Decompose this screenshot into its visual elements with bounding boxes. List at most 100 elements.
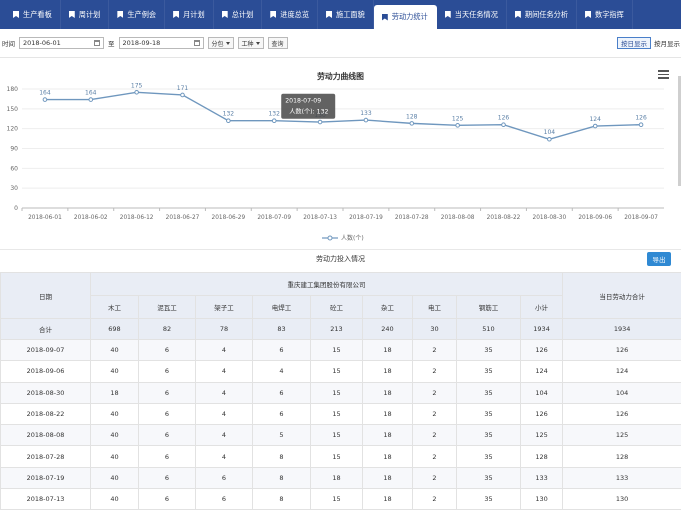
row-date: 2018-07-19: [0, 466, 91, 490]
column-header: 杂工: [362, 295, 413, 319]
row-cell: 6: [195, 488, 253, 511]
nav-tab[interactable]: 月计划: [165, 0, 214, 29]
row-cell: 35: [456, 488, 521, 511]
row-cell: 35: [456, 338, 521, 362]
row-cell: 4: [195, 402, 253, 426]
data-point: [88, 97, 94, 102]
row-cell: 40: [90, 338, 139, 362]
x-tick-label: 2018-06-02: [74, 215, 108, 221]
row-date: 2018-09-07: [0, 338, 91, 362]
row-daily: 126: [562, 402, 681, 426]
total-cell: 30: [412, 318, 457, 340]
column-header: 架子工: [195, 295, 253, 319]
row-cell: 6: [138, 402, 196, 426]
row-cell: 6: [138, 381, 196, 404]
column-header: 砼工: [310, 295, 363, 319]
section-title: 劳动力投入情况: [316, 255, 365, 263]
x-tick-label: 2018-09-07: [624, 215, 658, 221]
row-cell: 40: [90, 402, 139, 426]
end-date-input[interactable]: 2018-09-18: [118, 37, 204, 49]
nav-tab-label: 生产看板: [23, 9, 52, 19]
nav-tab[interactable]: 生产例会: [109, 0, 166, 29]
x-tick-label: 2018-08-08: [441, 215, 475, 221]
nav-tab[interactable]: 生产看板: [5, 0, 61, 29]
row-cell: 133: [519, 466, 564, 490]
calendar-icon[interactable]: [94, 40, 100, 46]
total-cell: 82: [138, 318, 196, 340]
row-cell: 15: [310, 360, 363, 383]
calendar-icon[interactable]: [193, 40, 200, 46]
daily-total-header: 当日劳动力合计: [562, 272, 681, 319]
data-point: [363, 117, 369, 123]
time-label: 时间: [2, 40, 15, 48]
row-cell: 5: [252, 424, 311, 447]
monthly-view-button[interactable]: 按月显示: [654, 37, 680, 49]
table-row: 2018-08-22 40 6 4 6 15 18 2 35 126 126: [0, 402, 681, 426]
row-cell: 2: [412, 338, 457, 362]
total-cell: 240: [362, 318, 413, 340]
total-daily-cell: 1934: [562, 318, 681, 340]
nav-tab[interactable]: 周计划: [61, 0, 110, 29]
export-button[interactable]: 导出: [647, 252, 671, 266]
trade-select[interactable]: 工种: [237, 37, 264, 49]
row-cell: 35: [456, 445, 521, 468]
data-point: [42, 97, 48, 102]
date-header: 日期: [0, 272, 91, 319]
row-cell: 2: [412, 466, 457, 490]
data-point: [271, 118, 277, 124]
nav-tab[interactable]: 总计划: [214, 0, 263, 29]
start-date-input[interactable]: 2018-06-01: [19, 37, 104, 49]
data-label: 104: [544, 129, 556, 136]
caret-down-icon: [255, 41, 260, 45]
query-button[interactable]: 查询: [267, 37, 288, 49]
total-label: 合计: [0, 318, 91, 340]
nav-tab-label: 生产例会: [127, 9, 157, 19]
x-tick-label: 2018-06-29: [212, 215, 246, 221]
nav-tab[interactable]: 数字指挥: [577, 0, 633, 29]
row-cell: 2: [412, 402, 457, 426]
nav-tab[interactable]: 期间任务分析: [507, 0, 578, 29]
section-header: 劳动力投入情况 导出: [0, 249, 681, 267]
row-cell: 4: [195, 445, 253, 468]
row-date: 2018-07-13: [0, 488, 91, 511]
nav-tab[interactable]: 当天任务情况: [437, 0, 507, 29]
column-header: 泥瓦工: [138, 295, 196, 319]
column-header: 电焊工: [252, 295, 311, 319]
row-cell: 40: [90, 445, 139, 468]
trade-select-label: 工种: [241, 40, 254, 48]
y-tick-label: 60: [10, 165, 18, 172]
end-date-value: 2018-09-18: [122, 39, 161, 47]
row-cell: 18: [362, 338, 413, 362]
y-tick-label: 120: [7, 126, 19, 133]
bookmark-icon: [221, 11, 228, 18]
row-cell: 40: [90, 466, 139, 490]
row-cell: 15: [310, 381, 363, 404]
row-date: 2018-07-28: [0, 445, 91, 468]
row-cell: 15: [310, 424, 363, 447]
daily-view-button[interactable]: 按日显示: [617, 37, 651, 49]
nav-tab-label: 月计划: [183, 9, 205, 19]
row-cell: 126: [519, 338, 564, 362]
data-point: [455, 123, 460, 128]
total-row: 合计 698 82 78 83 213 240 30 510 1934 1934: [0, 318, 681, 340]
data-point: [638, 122, 644, 127]
x-tick-label: 2018-07-13: [303, 215, 337, 221]
total-cell: 1934: [519, 318, 564, 340]
nav-tab[interactable]: 劳动力统计: [373, 5, 437, 29]
row-cell: 124: [519, 360, 564, 383]
nav-tab[interactable]: 施工面貌: [318, 0, 374, 29]
row-cell: 2: [412, 360, 457, 383]
data-label: 164: [85, 90, 97, 97]
row-cell: 8: [252, 488, 311, 511]
x-tick-label: 2018-07-28: [395, 215, 429, 221]
table-row: 2018-09-06 40 6 4 4 15 18 2 35 124 124: [0, 360, 681, 383]
group-select[interactable]: 分包: [207, 37, 234, 49]
nav-tab-label: 当天任务情况: [454, 9, 498, 19]
labor-table: 日期 重庆建工集团股份有限公司 当日劳动力合计 木工 泥瓦工 架子工 电焊工 砼工 杂工电…: [0, 272, 681, 511]
column-header: 小计: [519, 295, 564, 319]
row-cell: 4: [195, 338, 253, 362]
row-cell: 2: [412, 424, 457, 447]
bookmark-icon: [68, 11, 75, 18]
nav-tab[interactable]: 进度总览: [262, 0, 319, 29]
row-cell: 126: [519, 402, 564, 426]
